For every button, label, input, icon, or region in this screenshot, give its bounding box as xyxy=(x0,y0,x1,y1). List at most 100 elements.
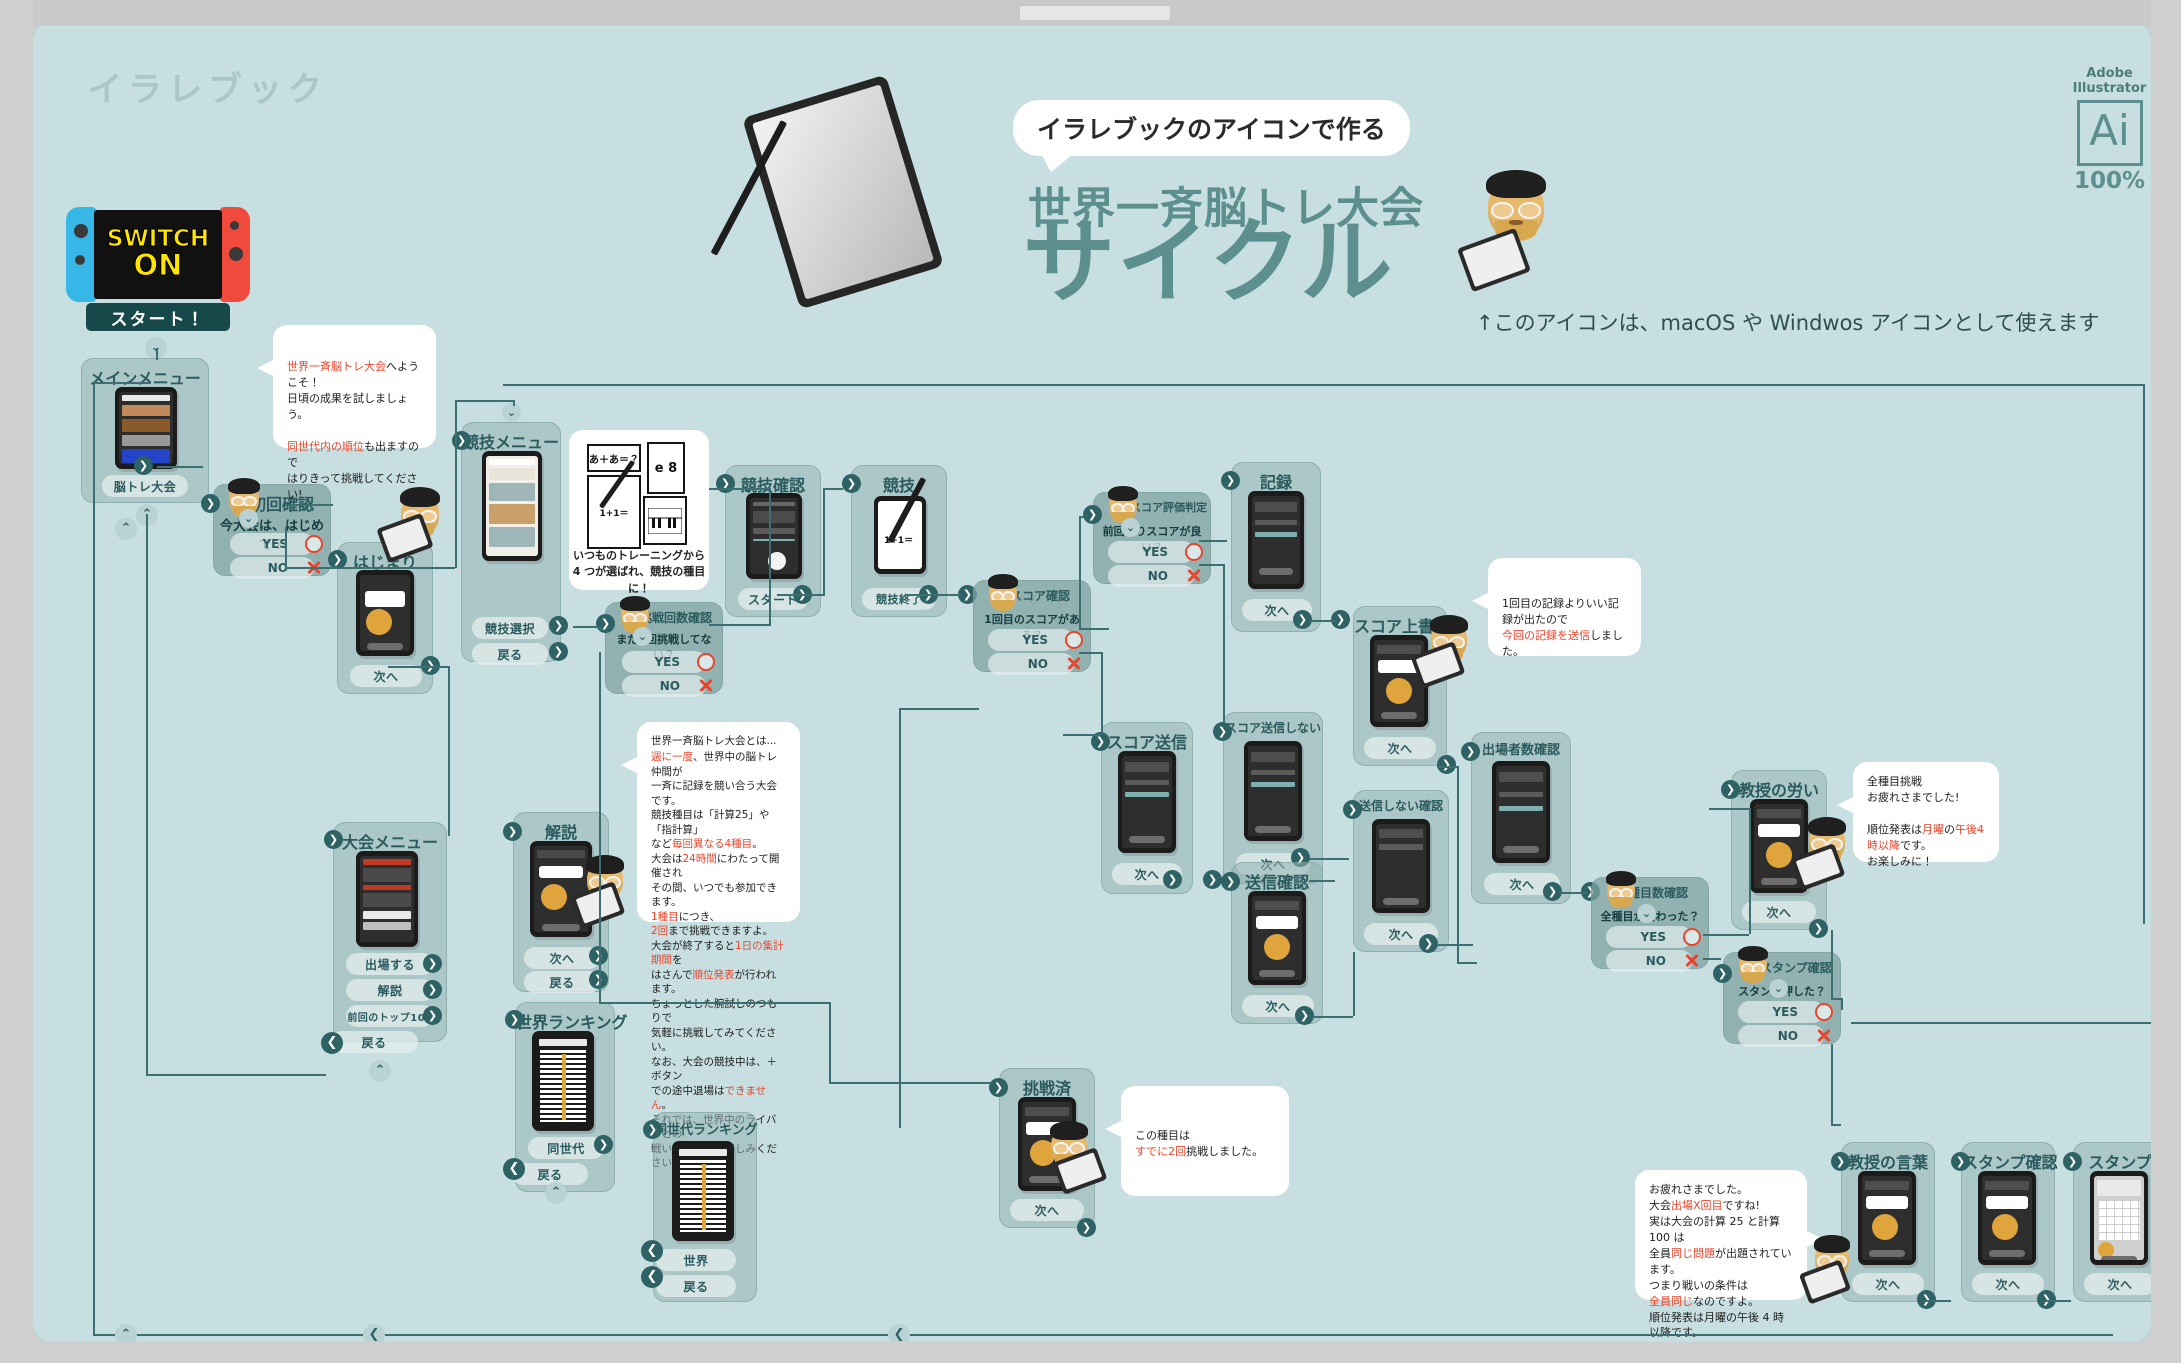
button-enter[interactable]: 出場する xyxy=(346,953,434,975)
arrow-right-icon[interactable]: ❯ xyxy=(989,1078,1008,1097)
connector xyxy=(599,626,601,630)
arrow-right-icon[interactable]: ❯ xyxy=(423,980,442,999)
button-back[interactable]: 戻る xyxy=(330,1031,418,1053)
option-yes[interactable]: YES xyxy=(230,533,323,555)
bubble-text: 世界一斉脳トレ大会 xyxy=(287,360,386,373)
arrow-right-icon[interactable]: ❯ xyxy=(596,614,615,633)
button-back[interactable]: 戻る xyxy=(472,643,548,665)
button-next[interactable]: 次へ xyxy=(1972,1273,2044,1295)
arrow-right-icon[interactable]: ❯ xyxy=(1163,870,1182,889)
button-world[interactable]: 世界 xyxy=(656,1249,736,1271)
node-title: スタンプ確認 xyxy=(1760,961,1832,975)
button-same-generation[interactable]: 同世代 xyxy=(528,1137,604,1159)
chevron-down-icon[interactable]: ⌄ xyxy=(1121,518,1140,537)
button-next[interactable]: 次へ xyxy=(2084,1273,2151,1295)
arrow-right-icon[interactable]: ❯ xyxy=(1419,934,1438,953)
button-brain-tournament[interactable]: 脳トレ大会 xyxy=(102,475,188,497)
arrow-right-icon[interactable]: ❯ xyxy=(324,830,343,849)
arrow-right-icon[interactable]: ❯ xyxy=(1713,964,1732,983)
arrow-right-icon[interactable]: ❯ xyxy=(505,1010,524,1029)
arrow-right-icon[interactable]: ❯ xyxy=(549,616,568,635)
option-no[interactable]: NO xyxy=(988,653,1074,675)
node-main-menu[interactable]: メインメニュー 脳トレ大会 xyxy=(81,358,209,503)
option-yes[interactable]: YES xyxy=(622,651,715,673)
node-kyougi-menu[interactable]: 競技メニュー 競技選択 戻る xyxy=(461,422,561,665)
node-stamp-confirm-screen[interactable]: スタンプ確認 次へ xyxy=(1961,1142,2058,1302)
option-no[interactable]: NO xyxy=(622,675,706,697)
arrow-right-icon[interactable]: ❯ xyxy=(2063,1152,2082,1171)
arrow-right-icon[interactable]: ❯ xyxy=(1221,471,1240,490)
button-explain[interactable]: 解説 xyxy=(346,979,434,1001)
chevron-down-icon[interactable]: ⌄ xyxy=(1637,904,1656,923)
option-yes[interactable]: YES xyxy=(988,629,1083,651)
button-back[interactable]: 戻る xyxy=(656,1275,736,1297)
arrow-right-icon[interactable]: ❯ xyxy=(1083,505,1102,524)
node-stamp[interactable]: スタンプ 次へ xyxy=(2073,1142,2151,1302)
button-next[interactable]: 次へ xyxy=(350,665,422,687)
chevron-up-icon[interactable]: ⌃ xyxy=(545,1182,567,1204)
option-yes[interactable]: YES xyxy=(1738,1001,1833,1023)
node-hajimari[interactable]: はじまり 次へ xyxy=(337,542,433,694)
arrow-right-icon[interactable]: ❯ xyxy=(842,474,861,493)
avatar-professor xyxy=(1738,946,1768,984)
arrow-right-icon[interactable]: ❯ xyxy=(594,1135,613,1154)
chevron-down-icon[interactable]: ⌄ xyxy=(633,627,652,646)
button-prev-top100[interactable]: 前回のトップ100 xyxy=(346,1005,434,1027)
window-tab[interactable] xyxy=(1020,6,1170,20)
arrow-right-icon[interactable]: ❯ xyxy=(1213,722,1232,741)
chevron-down-icon[interactable]: ⌄ xyxy=(502,403,521,422)
button-next[interactable]: 次へ xyxy=(1010,1199,1084,1221)
node-score-send[interactable]: スコア送信 次へ xyxy=(1101,722,1193,894)
chevron-left-icon[interactable]: ❮ xyxy=(888,1324,910,1342)
option-no[interactable]: NO xyxy=(1606,950,1692,972)
arrow-right-icon[interactable]: ❯ xyxy=(1461,742,1480,761)
node-no-send-confirm[interactable]: 送信しない確認 次へ xyxy=(1353,790,1449,952)
arrow-right-icon[interactable]: ❯ xyxy=(423,954,442,973)
arrow-right-icon[interactable]: ❯ xyxy=(1809,919,1828,938)
button-next[interactable]: 次へ xyxy=(1364,737,1436,759)
arrow-left-icon[interactable]: ❮ xyxy=(321,1032,343,1054)
chevron-up-icon[interactable]: ⌃ xyxy=(115,518,137,540)
arrow-right-icon[interactable]: ❯ xyxy=(549,642,568,661)
option-yes[interactable]: YES xyxy=(1108,541,1203,563)
arrow-right-icon[interactable]: ❯ xyxy=(643,1120,662,1139)
arrow-right-icon[interactable]: ❯ xyxy=(134,456,153,475)
start-button[interactable]: スタート！ xyxy=(86,303,230,331)
chevron-up-icon[interactable]: ⌃ xyxy=(115,1324,137,1342)
arrow-right-icon[interactable]: ❯ xyxy=(1721,780,1740,799)
arrow-right-icon[interactable]: ❯ xyxy=(1221,872,1240,891)
button-select-event[interactable]: 競技選択 xyxy=(472,617,548,639)
node-gen-rank[interactable]: 同世代ランキング 世界 戻る xyxy=(653,1112,758,1302)
node-kiroku[interactable]: 記録 次へ xyxy=(1231,462,1321,632)
chevron-down-icon[interactable]: ⌄ xyxy=(1769,979,1788,998)
arrow-right-icon[interactable]: ❯ xyxy=(1831,1152,1850,1171)
node-entrants[interactable]: 出場者数確認 次へ xyxy=(1471,732,1571,904)
arrow-right-icon[interactable]: ❯ xyxy=(1203,870,1222,889)
option-no[interactable]: NO xyxy=(1108,565,1194,587)
arrow-right-icon[interactable]: ❯ xyxy=(1295,1006,1314,1025)
option-no[interactable]: NO xyxy=(1738,1025,1824,1047)
chevron-up-icon[interactable]: ⌃ xyxy=(369,1060,391,1082)
bubble-text: なのですよ。 xyxy=(1693,1294,1759,1308)
node-send-confirm[interactable]: 送信確認 次へ xyxy=(1231,862,1323,1024)
button-next[interactable]: 次へ xyxy=(1852,1273,1924,1295)
arrow-left-icon[interactable]: ❮ xyxy=(503,1158,525,1180)
connector xyxy=(1101,652,1103,734)
connector xyxy=(1559,892,1587,894)
arrow-right-icon[interactable]: ❯ xyxy=(503,822,522,841)
arrow-left-icon[interactable]: ❮ xyxy=(641,1240,663,1262)
chevron-left-icon[interactable]: ❮ xyxy=(363,1324,385,1342)
arrow-right-icon[interactable]: ❯ xyxy=(1343,800,1362,819)
node-prof-words[interactable]: 教授の言葉 次へ xyxy=(1841,1142,1935,1302)
arrow-left-icon[interactable]: ❮ xyxy=(641,1266,663,1288)
arrow-right-icon[interactable]: ❯ xyxy=(1437,755,1456,774)
node-world-rank[interactable]: 世界ランキング 同世代 戻る xyxy=(512,1002,628,1192)
arrow-right-icon[interactable]: ❯ xyxy=(201,494,220,513)
button-next[interactable]: 次へ xyxy=(1742,901,1816,923)
arrow-right-icon[interactable]: ❯ xyxy=(1951,1152,1970,1171)
arrow-right-icon[interactable]: ❯ xyxy=(1077,1218,1096,1237)
option-yes[interactable]: YES xyxy=(1606,926,1701,948)
arrow-right-icon[interactable]: ❯ xyxy=(423,1006,442,1025)
chevron-down-icon[interactable]: ⌄ xyxy=(239,509,258,528)
arrow-right-icon[interactable]: ❯ xyxy=(716,474,735,493)
